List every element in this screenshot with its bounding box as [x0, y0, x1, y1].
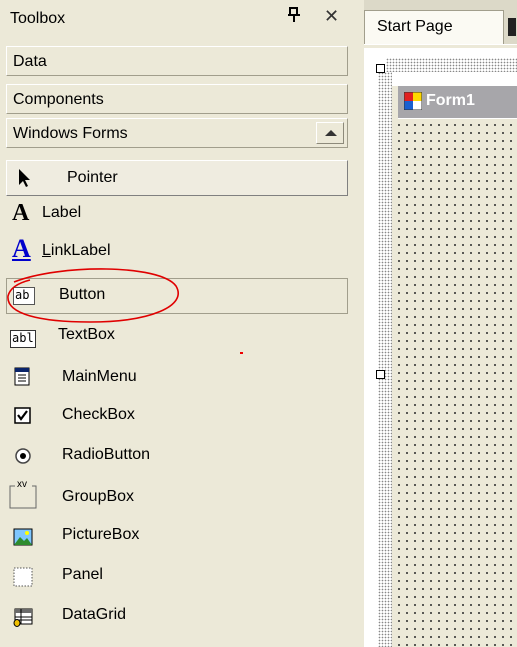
- toolbox-item-label: Pointer: [67, 169, 118, 186]
- label-icon: A: [12, 200, 34, 226]
- form-title: Form1: [426, 92, 475, 109]
- form-title-bar[interactable]: Form1: [398, 86, 517, 119]
- datagrid-icon: [12, 606, 34, 628]
- toolbox-header: Toolbox ✕: [0, 0, 355, 40]
- section-data[interactable]: Data: [6, 46, 348, 76]
- resize-handle-middle-left[interactable]: [376, 370, 385, 379]
- toolbox-item-button[interactable]: ab Button: [6, 278, 348, 314]
- selection-hatch-left: [378, 72, 392, 647]
- close-icon[interactable]: ✕: [324, 6, 344, 28]
- button-icon-glyph: ab: [15, 288, 30, 302]
- textbox-icon: abl: [10, 330, 36, 348]
- section-windows-forms[interactable]: Windows Forms: [6, 118, 348, 148]
- toolbox-item-label: DataGrid: [62, 606, 127, 623]
- pointer-icon: [13, 167, 35, 189]
- form-designer[interactable]: [392, 86, 517, 647]
- toolbox-item-groupbox[interactable]: xv GroupBox: [6, 479, 348, 516]
- toolbox-item-panel[interactable]: Panel: [6, 560, 348, 596]
- section-data-label: Data: [13, 53, 47, 70]
- form-icon: [403, 91, 423, 111]
- toolbox-item-label: Label: [42, 204, 82, 221]
- linklabel-icon-glyph: A: [12, 234, 31, 263]
- groupbox-icon-glyph: xv: [17, 479, 27, 490]
- label-icon-glyph: A: [12, 200, 30, 226]
- textbox-icon-glyph: abl: [12, 331, 34, 345]
- panel-icon: [12, 566, 34, 588]
- document-tab-bar: Start Page: [364, 0, 517, 45]
- toolbox-item-label-control[interactable]: A Label: [6, 198, 348, 234]
- selection-hatch-top: [386, 58, 517, 72]
- toolbox-title: Toolbox: [10, 10, 66, 27]
- toolbox-item-mainmenu[interactable]: MainMenu: [6, 360, 348, 396]
- toolbox-item-checkbox[interactable]: CheckBox: [6, 398, 348, 434]
- toolbox-item-label: Button: [59, 286, 106, 303]
- form-border: [392, 86, 398, 647]
- tab-start-page[interactable]: Start Page: [364, 10, 504, 44]
- scroll-up-button[interactable]: [316, 122, 344, 144]
- section-components-label: Components: [13, 91, 104, 108]
- toolbox-item-label: TextBox: [58, 326, 115, 343]
- section-components[interactable]: Components: [6, 84, 348, 114]
- button-icon: ab: [13, 287, 35, 305]
- linklabel-icon: A: [12, 234, 34, 263]
- toolbox-item-label: LinkLabel: [42, 242, 111, 259]
- toolbox-item-radiobutton[interactable]: RadioButton: [6, 440, 348, 476]
- pin-icon[interactable]: [286, 6, 306, 28]
- toolbox-item-label: CheckBox: [62, 406, 135, 423]
- toolbox-item-label: RadioButton: [62, 446, 151, 463]
- toolbox-item-textbox[interactable]: abl TextBox: [6, 320, 348, 356]
- mainmenu-icon: [12, 366, 34, 388]
- toolbox-panel: Toolbox ✕ Data Components Windows Forms: [0, 0, 355, 647]
- section-windows-forms-label: Windows Forms: [13, 125, 128, 142]
- tab-start-page-label: Start Page: [377, 18, 453, 35]
- picturebox-icon: [12, 526, 34, 548]
- radiobutton-icon: [12, 446, 34, 468]
- checkbox-icon: [12, 404, 34, 426]
- toolbox-item-picturebox[interactable]: PictureBox: [6, 520, 348, 556]
- toolbox-item-label: MainMenu: [62, 368, 137, 385]
- toolbox-item-label: GroupBox: [62, 488, 135, 505]
- resize-handle-top-left[interactable]: [376, 64, 385, 73]
- groupbox-icon: xv: [8, 479, 38, 510]
- toolbox-item-datagrid[interactable]: DataGrid: [6, 600, 348, 636]
- next-tab-icon[interactable]: [508, 18, 516, 36]
- toolbox-item-pointer[interactable]: Pointer: [6, 160, 348, 196]
- annotation-dot: [240, 352, 243, 354]
- toolbox-item-linklabel[interactable]: A LinkLabel: [6, 234, 348, 272]
- toolbox-item-label: PictureBox: [62, 526, 140, 543]
- ide-window: Toolbox ✕ Data Components Windows Forms: [0, 0, 517, 647]
- toolbox-item-label: Panel: [62, 566, 103, 583]
